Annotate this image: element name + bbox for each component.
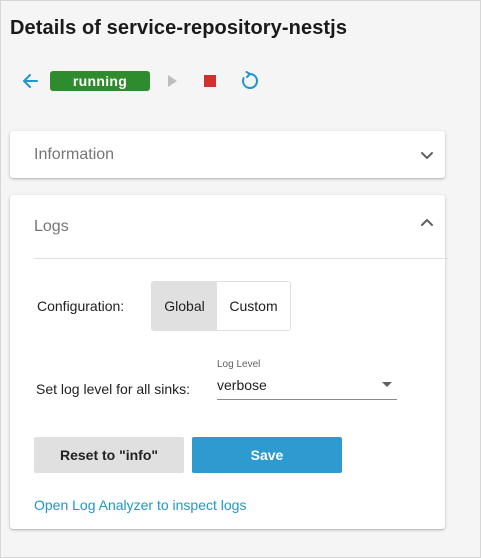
status-badge: running (50, 71, 150, 91)
back-button[interactable] (19, 69, 41, 93)
restart-button[interactable] (238, 69, 262, 93)
reset-button[interactable]: Reset to "info" (34, 437, 184, 473)
restart-icon (242, 71, 258, 89)
log-level-select[interactable]: Log Level verbose (217, 359, 397, 401)
play-icon (168, 75, 177, 87)
page-title: Details of service-repository-nestjs (10, 17, 348, 39)
logs-panel: Logs Configuration: Global Custom Set lo… (10, 195, 448, 529)
information-panel: Information (10, 131, 445, 178)
chevron-down-icon (421, 152, 433, 159)
configuration-label: Configuration: (37, 298, 125, 314)
log-level-value: verbose (217, 377, 267, 393)
caret-down-icon (382, 382, 392, 387)
select-underline (217, 399, 397, 400)
sinks-label: Set log level for all sinks: (36, 381, 191, 397)
stop-button[interactable] (198, 69, 222, 93)
details-page: Details of service-repository-nestjs run… (0, 0, 481, 558)
log-level-label: Log Level (217, 359, 261, 370)
stop-icon (204, 75, 216, 87)
information-panel-header[interactable]: Information (10, 131, 445, 178)
logs-divider (34, 258, 448, 259)
configuration-custom-option[interactable]: Custom (217, 282, 290, 330)
information-panel-title: Information (34, 146, 115, 163)
logs-panel-title: Logs (34, 218, 69, 235)
configuration-global-option[interactable]: Global (152, 282, 217, 330)
service-toolbar: running (19, 69, 279, 93)
chevron-up-icon (421, 219, 433, 226)
arrow-left-icon (23, 74, 38, 88)
open-log-analyzer-link[interactable]: Open Log Analyzer to inspect logs (34, 497, 246, 513)
start-button[interactable] (160, 69, 184, 93)
configuration-toggle-group: Global Custom (151, 281, 291, 331)
logs-panel-header[interactable]: Logs (10, 195, 445, 258)
save-button[interactable]: Save (192, 437, 342, 473)
